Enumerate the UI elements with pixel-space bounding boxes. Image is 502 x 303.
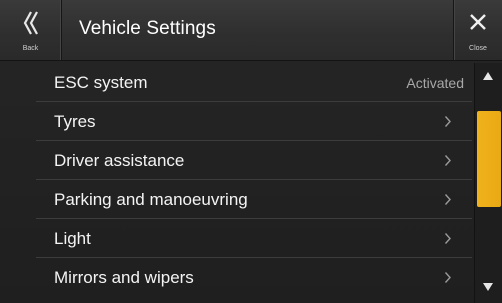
page-title: Vehicle Settings	[79, 18, 216, 39]
list-item-label: Light	[54, 229, 91, 248]
settings-list: ESC system Activated Tyres Driver assist…	[36, 63, 472, 303]
scroll-track[interactable]	[476, 89, 502, 273]
list-item-mirrors-and-wipers[interactable]: Mirrors and wipers	[36, 258, 472, 297]
back-label: Back	[22, 45, 39, 52]
chevron-right-icon	[444, 233, 451, 244]
chevron-right-icon	[444, 155, 451, 166]
scroll-thumb[interactable]	[477, 111, 501, 207]
close-button[interactable]: Close	[453, 0, 502, 60]
list-item-label: ESC system	[54, 73, 148, 92]
list-item-label: Driver assistance	[54, 151, 185, 170]
scroll-up-icon[interactable]	[483, 72, 493, 80]
list-item-esc-system[interactable]: ESC system Activated	[36, 63, 472, 102]
header-bar: Back Vehicle Settings Close	[0, 0, 502, 61]
list-item-label: Tyres	[54, 112, 96, 131]
scrollbar[interactable]	[474, 63, 502, 303]
back-button[interactable]: Back	[0, 0, 62, 60]
chevron-right-icon	[444, 116, 451, 127]
list-item-tyres[interactable]: Tyres	[36, 102, 472, 141]
close-icon	[470, 14, 486, 30]
list-item-label: Mirrors and wipers	[54, 268, 194, 287]
chevron-right-icon	[444, 194, 451, 205]
esc-status-value: Activated	[406, 75, 464, 91]
list-item-light[interactable]: Light	[36, 219, 472, 258]
vehicle-settings-screen: Back Vehicle Settings Close ESC system A…	[0, 0, 502, 303]
list-item-driver-assistance[interactable]: Driver assistance	[36, 141, 472, 180]
list-item-label: Parking and manoeuvring	[54, 190, 248, 209]
list-item-parking-and-manoeuvring[interactable]: Parking and manoeuvring	[36, 180, 472, 219]
scroll-down-icon[interactable]	[483, 283, 493, 291]
double-chevron-left-icon	[23, 11, 38, 35]
close-label: Close	[469, 45, 487, 52]
chevron-right-icon	[444, 272, 451, 283]
